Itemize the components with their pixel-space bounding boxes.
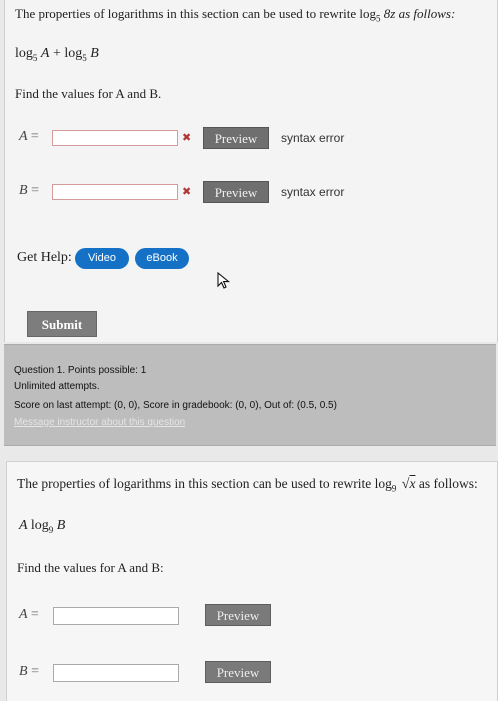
answer-a-input[interactable] <box>53 607 179 625</box>
label-b: B = <box>19 183 39 198</box>
score-text: Score on last attempt: (0, 0), Score in … <box>14 400 337 411</box>
answer-b-input[interactable] <box>53 664 179 682</box>
answer-a-input[interactable] <box>52 130 178 146</box>
label-a: A = <box>19 607 39 622</box>
attempts-text: Unlimited attempts. <box>14 381 100 392</box>
preview-b-button[interactable]: Preview <box>205 661 271 683</box>
preview-a-button[interactable]: Preview <box>205 604 271 626</box>
question-1-expression: log5 A + log5 B <box>15 46 99 63</box>
preview-a-button[interactable]: Preview <box>203 127 269 149</box>
question-1-prompt: The properties of logarithms in this sec… <box>15 6 456 24</box>
question-2-instructions: Find the values for A and B: <box>17 560 164 575</box>
question-info-panel: Question 1. Points possible: 1 Unlimited… <box>4 344 496 446</box>
label-b: B = <box>19 664 39 679</box>
question-1-card: The properties of logarithms in this sec… <box>4 0 498 342</box>
question-2-card: The properties of logarithms in this sec… <box>6 461 498 701</box>
answer-b-input[interactable] <box>52 184 178 200</box>
x-mark-icon: ✖ <box>182 185 192 198</box>
label-a: A = <box>19 129 39 144</box>
x-mark-icon: ✖ <box>182 131 192 144</box>
syntax-error-b: syntax error <box>281 185 345 199</box>
question-2-prompt: The properties of logarithms in this sec… <box>17 476 478 494</box>
ebook-button[interactable]: eBook <box>135 248 189 269</box>
get-help-label: Get Help: <box>17 250 72 265</box>
question-1-instructions: Find the values for A and B. <box>15 86 162 101</box>
video-button[interactable]: Video <box>75 248 129 269</box>
message-instructor-link[interactable]: Message instructor about this question <box>14 417 185 428</box>
question-points: Question 1. Points possible: 1 <box>14 365 147 376</box>
submit-button[interactable]: Submit <box>27 311 97 337</box>
mouse-pointer-icon <box>217 272 231 289</box>
question-2-expression: A log9 B <box>19 518 66 535</box>
syntax-error-a: syntax error <box>281 131 345 145</box>
preview-b-button[interactable]: Preview <box>203 181 269 203</box>
